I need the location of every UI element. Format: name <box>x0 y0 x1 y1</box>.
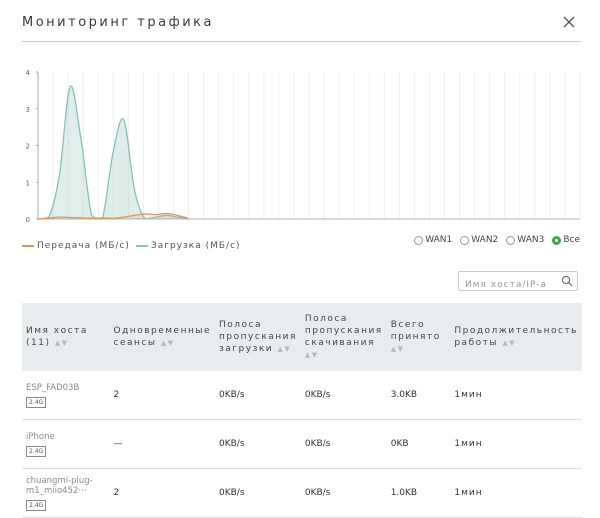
y-tick-label: 2 <box>26 143 30 151</box>
cell-duration: 1мин <box>450 371 582 420</box>
cell-up: 0KB/s <box>215 419 301 469</box>
sort-icon[interactable]: ▲▼ <box>502 339 516 347</box>
y-tick-label: 0 <box>26 216 30 224</box>
col-sessions[interactable]: Одновременные сеансы ▲▼ <box>110 303 216 371</box>
radio-wan3-label: WAN3 <box>517 235 545 245</box>
col-total-label: Всего принято <box>390 320 441 342</box>
cell-down: 0KB/s <box>300 468 387 518</box>
host-name: chuangmi-plug-m1_miio452··· <box>26 475 93 496</box>
table-header-row: Имя хоста (11) ▲▼ Одновременные сеансы ▲… <box>22 303 582 371</box>
chart-legend: Передача (МБ/с) Загрузка (МБ/с) <box>22 238 247 254</box>
host-name: ESP_FAD03B <box>26 382 80 393</box>
col-total[interactable]: Всего принято ▲▼ <box>387 303 451 371</box>
dialog-title: Мониторинг трафика <box>22 15 214 30</box>
search-box <box>458 271 578 294</box>
col-down[interactable]: Полоса пропускания скачивания ▲▼ <box>301 303 387 371</box>
cell-host: chuangmi-plug-m1_miio452··· 2.4G <box>22 468 110 518</box>
sort-icon[interactable]: ▲▼ <box>305 351 319 359</box>
search-input[interactable] <box>459 276 561 294</box>
search-icon[interactable] <box>561 275 573 287</box>
cell-host: iPhone 2.4G <box>22 419 110 469</box>
col-up[interactable]: Полоса пропускания загрузки ▲▼ <box>215 303 301 371</box>
radio-wan1-indicator[interactable] <box>414 235 424 245</box>
radio-all-label: Все <box>563 235 580 245</box>
host-name: iPhone <box>26 431 55 442</box>
cell-up: 0KB/s <box>215 371 301 420</box>
legend-tx: Передача (МБ/с) <box>22 241 130 251</box>
legend-rx: Загрузка (МБ/с) <box>135 241 241 251</box>
cell-sessions: — <box>109 419 215 469</box>
cell-sessions: 2 <box>109 468 215 518</box>
sort-icon[interactable]: ▲▼ <box>391 345 405 353</box>
radio-wan2[interactable]: WAN2 <box>460 235 498 245</box>
legend-rx-swatch <box>135 245 148 247</box>
col-host[interactable]: Имя хоста (11) ▲▼ <box>22 303 110 371</box>
cell-duration: 1мин <box>450 419 582 469</box>
col-duration-label: Продолжительность работы <box>454 326 578 348</box>
legend-rx-label: Загрузка (МБ/с) <box>150 241 241 251</box>
legend-tx-swatch <box>22 245 34 247</box>
radio-wan1[interactable]: WAN1 <box>414 235 452 245</box>
cell-down: 0KB/s <box>300 419 387 469</box>
table-row[interactable]: iPhone 2.4G — 0KB/s 0KB/s 0KB 1мин <box>22 419 582 469</box>
table-row[interactable]: chuangmi-plug-m1_miio452··· 2.4G 2 0KB/s … <box>22 468 582 518</box>
cell-up: 0KB/s <box>215 468 301 518</box>
cell-total: 3.0KB <box>386 371 451 420</box>
radio-wan2-label: WAN2 <box>471 235 499 245</box>
sort-icon[interactable]: ▲▼ <box>278 345 292 353</box>
radio-wan2-indicator[interactable] <box>460 235 470 245</box>
traffic-chart: 0 1 2 3 4 <box>26 69 581 224</box>
y-tick-label: 1 <box>26 179 30 187</box>
band-badge: 2.4G <box>26 445 47 457</box>
cell-total: 0KB <box>386 419 451 469</box>
cell-host: ESP_FAD03B 2.4G <box>22 371 110 420</box>
dialog-header: Мониторинг трафика <box>22 13 582 42</box>
cell-duration: 1мин <box>450 468 582 518</box>
col-duration[interactable]: Продолжительность работы ▲▼ <box>450 303 582 371</box>
table-row[interactable]: ESP_FAD03B 2.4G 2 0KB/s 0KB/s 3.0KB 1мин <box>22 371 582 420</box>
sort-icon[interactable]: ▲▼ <box>161 339 175 347</box>
close-icon[interactable] <box>562 15 576 29</box>
band-badge: 2.4G <box>26 499 47 511</box>
cell-sessions: 2 <box>109 371 215 420</box>
radio-wan3[interactable]: WAN3 <box>506 235 544 245</box>
band-badge: 2.4G <box>26 396 47 408</box>
cell-total: 1.0KB <box>386 468 451 518</box>
sort-icon[interactable]: ▲▼ <box>55 339 69 347</box>
col-down-label: Полоса пропускания скачивания <box>304 314 383 348</box>
hosts-table: Имя хоста (11) ▲▼ Одновременные сеансы ▲… <box>22 303 582 518</box>
legend-tx-label: Передача (МБ/с) <box>37 241 130 251</box>
y-tick-label: 3 <box>26 106 30 114</box>
radio-wan3-indicator[interactable] <box>506 235 516 245</box>
cell-down: 0KB/s <box>300 371 387 420</box>
wan-filter: WAN1 WAN2 WAN3 Все <box>406 235 580 245</box>
radio-all-indicator[interactable] <box>552 235 562 245</box>
y-tick-label: 4 <box>26 69 31 77</box>
radio-wan1-label: WAN1 <box>425 235 453 245</box>
radio-all[interactable]: Все <box>552 235 580 245</box>
